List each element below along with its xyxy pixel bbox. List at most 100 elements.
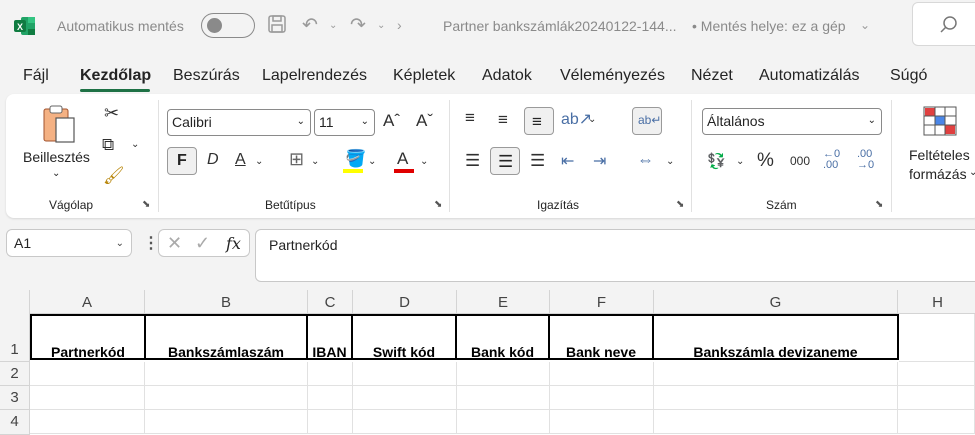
undo-icon[interactable]: ↶ — [302, 14, 318, 37]
redo-icon[interactable]: ↷ — [350, 14, 366, 37]
grid-cell[interactable] — [898, 410, 975, 434]
cell-G1[interactable]: Bankszámla devizaneme — [654, 314, 899, 360]
tab-insert[interactable]: Beszúrás — [173, 67, 240, 85]
align-center-button[interactable]: ☰ — [490, 147, 520, 175]
decrease-font-size-icon[interactable]: Aˇ — [416, 111, 433, 131]
borders-chevron-icon[interactable]: ⌄ — [311, 156, 319, 167]
grid-cell[interactable] — [30, 410, 145, 434]
grid-cell[interactable] — [353, 362, 457, 386]
fill-color-icon[interactable]: 🪣 — [345, 149, 366, 169]
row-header[interactable]: 2 — [0, 362, 30, 386]
tab-automate[interactable]: Automatizálás — [759, 67, 860, 85]
column-header[interactable]: D — [353, 290, 457, 314]
tab-review[interactable]: Véleményezés — [560, 67, 665, 85]
accounting-chevron-icon[interactable]: ⌄ — [736, 156, 744, 167]
decrease-indent-icon[interactable]: ⇤ — [561, 151, 574, 171]
cell-E1[interactable]: Bank kód — [457, 314, 550, 360]
column-header[interactable]: H — [898, 290, 975, 314]
merge-chevron-icon[interactable]: ⌄ — [666, 156, 674, 167]
cell-F1[interactable]: Bank neve — [550, 314, 654, 360]
cell-C1[interactable]: IBAN — [308, 314, 353, 360]
undo-chevron-icon[interactable]: ⌄ — [329, 20, 337, 31]
tab-help[interactable]: Súgó — [890, 67, 927, 85]
grid-cell[interactable] — [457, 386, 550, 410]
align-top-icon[interactable]: ≡ — [465, 108, 475, 128]
column-header[interactable]: A — [30, 290, 145, 314]
increase-decimal-icon[interactable]: ←0.00 — [823, 149, 840, 171]
number-format-select[interactable]: Általános ⌄ — [702, 108, 882, 135]
copy-chevron-icon[interactable]: ⌄ — [131, 139, 139, 150]
align-left-icon[interactable]: ☰ — [465, 151, 480, 171]
orientation-chevron-icon[interactable]: ⌄ — [588, 114, 596, 125]
autosave-toggle[interactable] — [201, 13, 255, 38]
grid-cell[interactable] — [353, 410, 457, 434]
save-location-chevron-icon[interactable]: ⌄ — [860, 18, 870, 32]
grid-cell[interactable] — [550, 386, 654, 410]
grid-cell[interactable] — [308, 410, 353, 434]
tab-formulas[interactable]: Képletek — [393, 67, 455, 85]
alignment-launcher-icon[interactable]: ⬊ — [676, 199, 684, 210]
increase-indent-icon[interactable]: ⇥ — [593, 151, 606, 171]
column-header[interactable]: E — [457, 290, 550, 314]
more-options-icon[interactable]: ⋮ — [143, 233, 159, 253]
column-header[interactable]: G — [654, 290, 898, 314]
increase-font-size-icon[interactable]: Aˆ — [383, 111, 400, 131]
insert-function-button[interactable]: fx — [226, 234, 241, 253]
grid-cell[interactable] — [654, 386, 898, 410]
clipboard-launcher-icon[interactable]: ⬊ — [142, 199, 150, 210]
tab-page-layout[interactable]: Lapelrendezés — [262, 67, 367, 85]
grid-cell[interactable] — [308, 386, 353, 410]
font-name-select[interactable]: Calibri ⌄ — [167, 109, 311, 136]
borders-icon[interactable]: ⊞ — [289, 149, 304, 170]
column-header[interactable]: F — [550, 290, 654, 314]
percent-style-button[interactable]: % — [757, 150, 774, 172]
align-right-icon[interactable]: ☰ — [530, 151, 545, 171]
comma-style-button[interactable]: 000 — [790, 154, 810, 168]
search-box[interactable] — [912, 2, 975, 46]
cell-A1[interactable]: Partnerkód — [30, 314, 146, 360]
grid-cell[interactable] — [457, 362, 550, 386]
align-bottom-button[interactable]: ≡ — [524, 107, 554, 135]
underline-chevron-icon[interactable]: ⌄ — [255, 156, 263, 167]
font-color-chevron-icon[interactable]: ⌄ — [420, 156, 428, 167]
name-box[interactable]: A1 ⌄ — [6, 229, 132, 257]
wrap-text-button[interactable]: ab↵ — [632, 107, 662, 135]
tab-data[interactable]: Adatok — [482, 67, 532, 85]
italic-button[interactable]: D — [207, 151, 219, 169]
grid-cell[interactable] — [308, 362, 353, 386]
redo-chevron-icon[interactable]: ⌄ — [377, 20, 385, 31]
enter-icon[interactable]: ✓ — [195, 233, 210, 254]
tab-view[interactable]: Nézet — [691, 67, 733, 85]
grid-cell[interactable] — [145, 410, 308, 434]
tab-home[interactable]: Kezdőlap — [80, 67, 151, 85]
grid-cell[interactable] — [550, 362, 654, 386]
paste-button[interactable]: Beillesztés ⌄ — [22, 102, 92, 182]
accounting-format-icon[interactable]: 💱 — [707, 152, 726, 170]
save-location[interactable]: • Mentés helye: ez a gép — [692, 18, 846, 34]
save-icon[interactable] — [267, 14, 287, 39]
cell-B1[interactable]: Bankszámlaszám — [146, 314, 308, 360]
conditional-formatting-button[interactable]: Feltételes formázás ⌄ — [901, 102, 975, 187]
row-header[interactable]: 3 — [0, 386, 30, 410]
tab-file[interactable]: Fájl — [23, 67, 49, 85]
grid-cell[interactable] — [30, 362, 145, 386]
grid-cell[interactable] — [550, 410, 654, 434]
grid-cell[interactable] — [457, 410, 550, 434]
customize-qat-icon[interactable]: › — [397, 17, 402, 33]
grid-cell[interactable] — [30, 386, 145, 410]
format-painter-icon[interactable]: 🖌 — [103, 166, 125, 186]
formula-input[interactable]: Partnerkód — [255, 229, 975, 282]
select-all-button[interactable] — [0, 290, 30, 314]
grid-cell[interactable] — [898, 386, 975, 410]
grid-cell[interactable] — [353, 386, 457, 410]
bold-button[interactable]: F — [167, 147, 197, 175]
align-middle-icon[interactable]: ≡ — [498, 110, 508, 130]
row-header[interactable]: 1 — [0, 314, 30, 362]
grid-cell[interactable] — [898, 362, 975, 386]
fill-color-chevron-icon[interactable]: ⌄ — [368, 156, 376, 167]
font-launcher-icon[interactable]: ⬊ — [434, 199, 442, 210]
grid-cell[interactable] — [654, 410, 898, 434]
column-header[interactable]: C — [308, 290, 353, 314]
grid-cell[interactable] — [145, 362, 308, 386]
copy-icon[interactable]: ⧉ — [102, 135, 114, 155]
